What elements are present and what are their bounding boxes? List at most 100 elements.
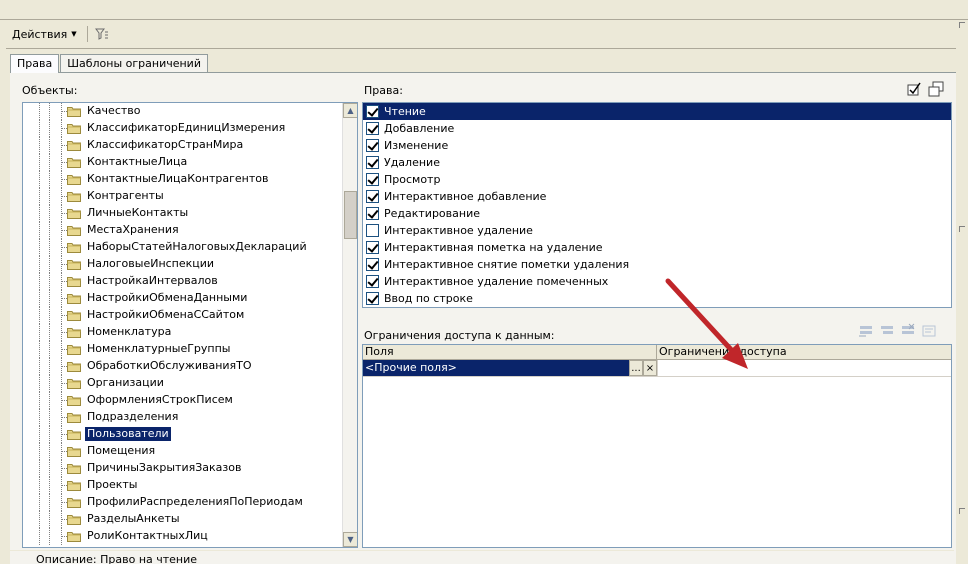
column-header-fields[interactable]: Поля: [363, 345, 657, 360]
tree-item-label: НастройкиОбменаДанными: [87, 291, 248, 304]
tree-item[interactable]: Помещения: [23, 443, 343, 460]
objects-label: Объекты:: [22, 84, 78, 97]
tree-guides: [23, 443, 67, 460]
tree-guides: [23, 392, 67, 409]
tree-item-label: Качество: [87, 104, 141, 117]
tree-item[interactable]: Подразделения: [23, 409, 343, 426]
tab-rights[interactable]: Права: [10, 54, 60, 73]
tree-item[interactable]: Контрагенты: [23, 188, 343, 205]
right-item[interactable]: Интерактивное удаление: [363, 222, 951, 239]
rights-list[interactable]: Чтение Добавление Изменение Удаление Просмот…: [362, 102, 952, 308]
right-item[interactable]: Добавление: [363, 120, 951, 137]
right-checkbox[interactable]: [366, 241, 379, 254]
tree-item[interactable]: ОбработкиОбслуживанияТО: [23, 358, 343, 375]
objects-scrollbar[interactable]: ▲ ▼: [342, 103, 357, 547]
tree-item-label: РазделыАнкеты: [87, 512, 180, 525]
restriction-cell[interactable]: [657, 360, 951, 376]
scroll-up-button[interactable]: ▲: [343, 103, 357, 118]
right-item[interactable]: Просмотр: [363, 171, 951, 188]
add-row-icon[interactable]: [858, 323, 874, 339]
right-label: Ввод по строке: [384, 292, 473, 305]
tree-item[interactable]: НаборыСтатейНалоговыхДеклараций: [23, 239, 343, 256]
toolbar: Действия ▼: [6, 22, 962, 46]
tree-item[interactable]: ЛичныеКонтакты: [23, 205, 343, 222]
right-label: Удаление: [384, 156, 440, 169]
tree-item[interactable]: КонтактныеЛица: [23, 154, 343, 171]
right-checkbox[interactable]: [366, 207, 379, 220]
right-item[interactable]: Интерактивное снятие пометки удаления: [363, 256, 951, 273]
tree-item[interactable]: Проекты: [23, 477, 343, 494]
right-checkbox[interactable]: [366, 139, 379, 152]
tree-item[interactable]: НастройкиОбменаССайтом: [23, 307, 343, 324]
tree-item[interactable]: НоменклатурныеГруппы: [23, 341, 343, 358]
copy-windows-icon[interactable]: [928, 81, 944, 97]
tree-guides: [23, 154, 67, 171]
edit-text-icon[interactable]: [921, 323, 937, 339]
right-checkbox[interactable]: [366, 258, 379, 271]
clear-button[interactable]: ×: [643, 360, 657, 376]
right-checkbox[interactable]: [366, 122, 379, 135]
tab-restriction-templates[interactable]: Шаблоны ограничений: [60, 54, 208, 72]
tree-item[interactable]: НалоговыеИнспекции: [23, 256, 343, 273]
tree-item[interactable]: ПрофилиРаспределенияПоПериодам: [23, 494, 343, 511]
scroll-down-button[interactable]: ▼: [343, 532, 357, 547]
choose-button[interactable]: ...: [629, 360, 643, 376]
tree-item[interactable]: Пользователи: [23, 426, 343, 443]
tree-guides: [23, 103, 67, 120]
tree-guides: [23, 205, 67, 222]
actions-label: Действия: [12, 27, 68, 41]
right-item[interactable]: Чтение: [363, 103, 951, 120]
edit-check-icon[interactable]: [906, 81, 922, 97]
right-item[interactable]: Изменение: [363, 137, 951, 154]
tree-item-label: НалоговыеИнспекции: [87, 257, 215, 270]
right-checkbox[interactable]: [366, 156, 379, 169]
right-checkbox[interactable]: [366, 190, 379, 203]
tree-item-label: Помещения: [87, 444, 156, 457]
tree-item[interactable]: РолиКонтактныхЛиц: [23, 528, 343, 545]
tree-item[interactable]: Номенклатура: [23, 324, 343, 341]
tree-item[interactable]: РазделыАнкеты: [23, 511, 343, 528]
folder-icon: [67, 413, 81, 423]
tree-item[interactable]: ПричиныЗакрытияЗаказов: [23, 460, 343, 477]
tree-item[interactable]: КлассификаторЕдиницИзмерения: [23, 120, 343, 137]
description-value: Право на чтение: [100, 553, 198, 564]
table-row[interactable]: <Прочие поля> ... ×: [363, 360, 951, 377]
right-checkbox[interactable]: [366, 292, 379, 305]
column-header-restriction[interactable]: Ограничение доступа: [657, 345, 951, 360]
tree-item[interactable]: Качество: [23, 103, 343, 120]
tree-item[interactable]: КлассификаторСтранМира: [23, 137, 343, 154]
restrictions-table[interactable]: Поля Ограничение доступа <Прочие поля> .…: [362, 344, 952, 548]
right-label: Интерактивное снятие пометки удаления: [384, 258, 630, 271]
edge-mark: [959, 226, 965, 232]
copy-row-icon[interactable]: [879, 323, 895, 339]
tree-item[interactable]: НастройкаИнтервалов: [23, 273, 343, 290]
folder-icon: [67, 345, 81, 355]
right-checkbox[interactable]: [366, 105, 379, 118]
tree-item[interactable]: МестаХранения: [23, 222, 343, 239]
right-item[interactable]: Редактирование: [363, 205, 951, 222]
right-item[interactable]: Интерактивное удаление помеченных: [363, 273, 951, 290]
tree-item[interactable]: НастройкиОбменаДанными: [23, 290, 343, 307]
right-checkbox[interactable]: [366, 275, 379, 288]
tree-item[interactable]: Организации: [23, 375, 343, 392]
tree-item-label: НастройкиОбменаССайтом: [87, 308, 245, 321]
right-item[interactable]: Интерактивная пометка на удаление: [363, 239, 951, 256]
delete-row-icon[interactable]: [900, 323, 916, 339]
folder-icon: [67, 226, 81, 236]
restrictions-tools: [858, 323, 937, 339]
tree-item[interactable]: ОформленияСтрокПисем: [23, 392, 343, 409]
right-item[interactable]: Удаление: [363, 154, 951, 171]
folder-icon: [67, 209, 81, 219]
tree-guides: [23, 171, 67, 188]
scroll-thumb[interactable]: [344, 191, 357, 239]
filter-funnel-icon[interactable]: [92, 24, 112, 44]
folder-icon: [67, 328, 81, 338]
right-item[interactable]: Интерактивное добавление: [363, 188, 951, 205]
right-item[interactable]: Ввод по строке: [363, 290, 951, 307]
right-checkbox[interactable]: [366, 173, 379, 186]
tree-item[interactable]: КонтактныеЛицаКонтрагентов: [23, 171, 343, 188]
actions-menu-button[interactable]: Действия ▼: [6, 24, 83, 44]
field-input[interactable]: <Прочие поля>: [363, 360, 629, 376]
objects-tree[interactable]: Качество КлассификаторЕдиницИзмерения Клас…: [22, 102, 358, 548]
right-checkbox[interactable]: [366, 224, 379, 237]
